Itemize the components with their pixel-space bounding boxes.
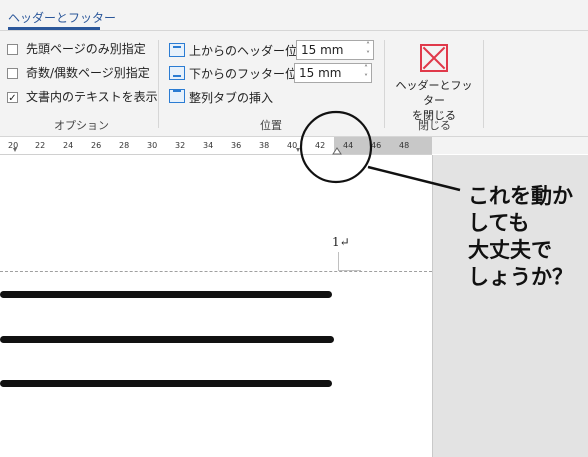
annotation-text: これを動か しても 大丈夫で しょうか？ <box>468 184 573 289</box>
highlight-circle <box>299 110 373 184</box>
pointer-line <box>367 165 461 192</box>
